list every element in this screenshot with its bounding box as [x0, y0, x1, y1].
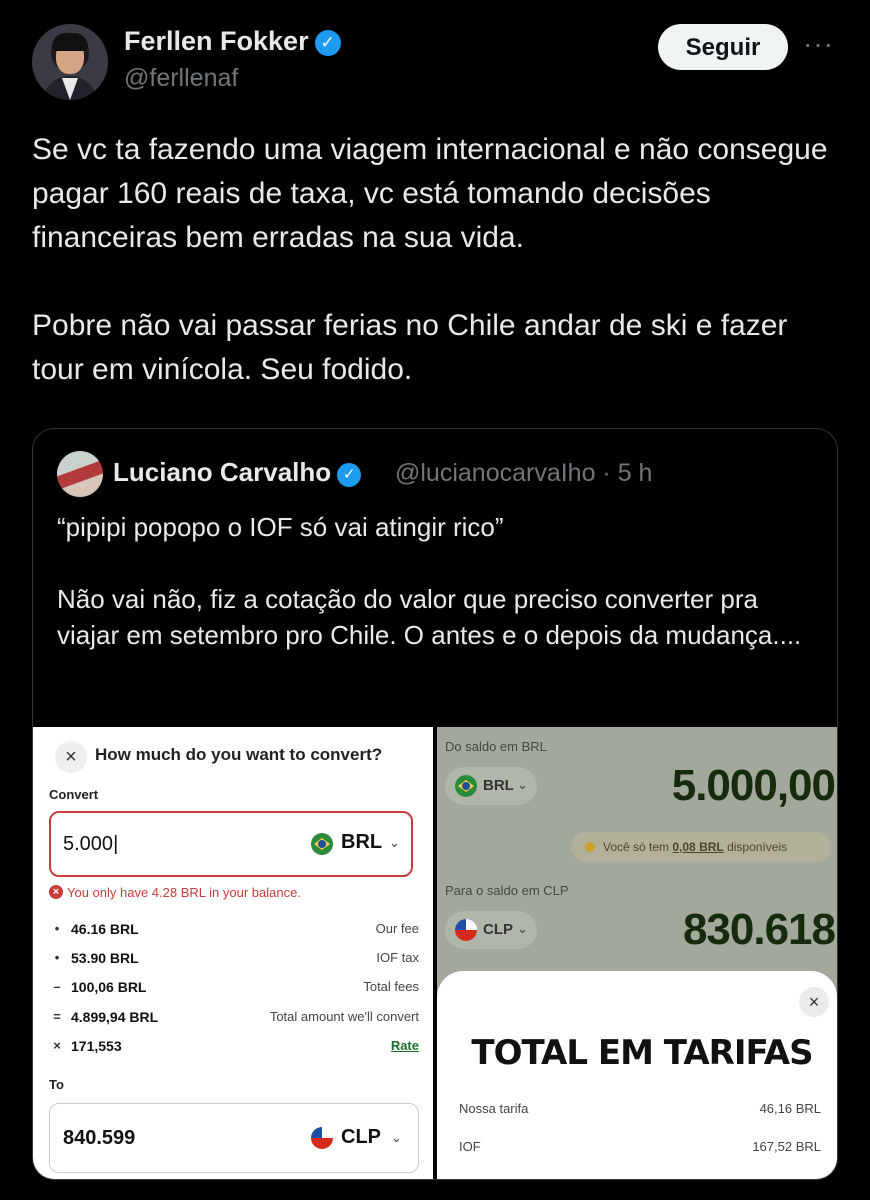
to-label: To	[49, 1077, 64, 1092]
fee-line-value: 167,52 BRL	[752, 1139, 821, 1154]
fee-symbol: •	[54, 950, 60, 965]
from-currency: BRL	[341, 831, 383, 853]
fee-symbol: –	[53, 979, 61, 994]
conversion-screenshot-left[interactable]: × How much do you want to convert? Conve…	[33, 727, 433, 1179]
rate-link[interactable]: Rate	[391, 1038, 419, 1053]
to-amount: 830.618	[682, 905, 836, 954]
error-icon: ×	[49, 885, 63, 899]
fee-symbol: =	[53, 1009, 61, 1024]
warning-suffix: disponíveis	[723, 840, 788, 854]
tweet-paragraph-1: Se vc ta fazendo uma viagem internaciona…	[32, 133, 828, 254]
brazil-flag-icon	[455, 775, 477, 797]
from-currency: BRL	[483, 777, 514, 794]
fee-line: Nossa tarifa 46,16 BRL	[459, 1101, 821, 1116]
tweet-text: Se vc ta fazendo uma viagem internaciona…	[32, 128, 832, 392]
chevron-down-icon: ⌄	[391, 1130, 402, 1145]
fee-label: Total amount we'll convert	[269, 1009, 419, 1024]
fee-line: IOF 167,52 BRL	[459, 1139, 821, 1154]
chevron-down-icon: ⌄	[517, 777, 528, 792]
quote-author-name-text[interactable]: Luciano Carvalho	[113, 457, 331, 487]
quote-paragraph-1: “pipipi popopo o IOF só vai atingir rico…	[57, 512, 504, 542]
follow-button[interactable]: Seguir	[658, 24, 788, 70]
fee-line-label: Nossa tarifa	[459, 1101, 529, 1116]
verified-badge-icon: ✓	[337, 463, 362, 487]
fee-row: × 171,553 Rate	[49, 1038, 419, 1058]
quote-author-avatar[interactable]	[57, 451, 103, 497]
from-balance-label: Do saldo em BRL	[445, 739, 547, 754]
fee-line-label: IOF	[459, 1139, 481, 1154]
balance-error: You only have 4.28 BRL in your balance.	[67, 885, 301, 900]
author-avatar[interactable]	[32, 24, 108, 100]
fee-value: 100,06 BRL	[71, 979, 147, 995]
convert-title: How much do you want to convert?	[95, 745, 383, 764]
fee-row: • 46.16 BRL Our fee	[49, 921, 419, 941]
fee-label: IOF tax	[376, 950, 419, 965]
to-balance-label: Para o saldo em CLP	[445, 883, 569, 898]
quote-paragraph-2: Não vai não, fiz a cotação do valor que …	[57, 584, 802, 650]
fee-value: 4.899,94 BRL	[71, 1009, 159, 1025]
quote-handle-time[interactable]: @lucianocarvaIho · 5 h	[395, 459, 652, 488]
to-amount-value: 840.599	[63, 1127, 136, 1149]
fee-value: 53.90 BRL	[71, 950, 139, 966]
from-amount: 5.000,00	[671, 761, 836, 810]
tweet-paragraph-2: Pobre não vai passar ferias no Chile and…	[32, 309, 788, 386]
fee-value: 171,553	[71, 1038, 122, 1054]
fee-symbol: ×	[53, 1038, 61, 1053]
author-name[interactable]: Ferllen Fokker ✓	[124, 26, 341, 57]
author-name-text[interactable]: Ferllen Fokker	[124, 26, 309, 56]
to-currency: CLP	[341, 1126, 381, 1148]
convert-amount-value: 5.000|	[63, 833, 119, 855]
quote-text: “pipipi popopo o IOF só vai atingir rico…	[57, 509, 817, 653]
fee-row: – 100,06 BRL Total fees	[49, 979, 419, 999]
chile-flag-icon	[311, 1127, 333, 1149]
fee-line-value: 46,16 BRL	[759, 1101, 821, 1116]
fee-symbol: •	[54, 921, 60, 936]
fee-row: • 53.90 BRL IOF tax	[49, 950, 419, 970]
convert-label: Convert	[49, 787, 99, 802]
author-handle[interactable]: @ferllenaf	[124, 64, 238, 93]
fees-sheet-title: TOTAL EM TARIFAS	[471, 1033, 813, 1073]
warning-amount: 0,08 BRL	[672, 840, 724, 854]
close-icon: ×	[55, 741, 87, 773]
verified-badge-icon: ✓	[314, 30, 341, 56]
conversion-screenshot-right[interactable]: Do saldo em BRL BRL ⌄ 5.000,00 Você só t…	[437, 727, 837, 1179]
more-options-icon[interactable]: ···	[803, 28, 834, 60]
chile-flag-icon	[455, 919, 477, 941]
to-currency: CLP	[483, 921, 513, 938]
warning-prefix: Você só tem	[603, 840, 673, 854]
balance-warning: Você só tem 0,08 BRL disponíveis	[571, 832, 831, 862]
fee-row: = 4.899,94 BRL Total amount we'll conver…	[49, 1009, 419, 1029]
brazil-flag-icon	[311, 833, 333, 855]
quoted-tweet[interactable]: Luciano Carvalho ✓ @lucianocarvaIho · 5 h…	[32, 428, 838, 1180]
close-icon: ×	[799, 987, 829, 1017]
fee-label: Total fees	[363, 979, 419, 994]
chevron-down-icon: ⌄	[517, 921, 528, 936]
chevron-down-icon: ⌄	[389, 835, 400, 850]
fee-label: Our fee	[375, 921, 419, 936]
fee-value: 46.16 BRL	[71, 921, 139, 937]
quote-author-name[interactable]: Luciano Carvalho ✓	[113, 457, 362, 488]
warning-icon	[585, 842, 595, 852]
